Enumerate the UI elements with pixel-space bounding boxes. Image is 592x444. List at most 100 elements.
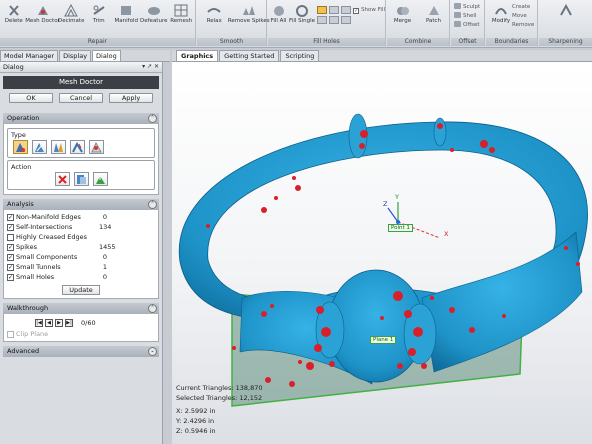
manifold-button[interactable]: Manifold: [113, 2, 141, 38]
previous-icon[interactable]: ◀: [45, 319, 53, 327]
remesh-icon: [174, 4, 188, 17]
decimate-button[interactable]: Decimate: [58, 2, 86, 38]
analysis-row-spikes[interactable]: ✓ Spikes 1455: [7, 242, 155, 252]
checkbox[interactable]: ✓: [7, 273, 14, 281]
checkbox[interactable]: ✓: [7, 213, 14, 221]
remesh-button[interactable]: Remesh: [168, 2, 196, 38]
ribbon-group-sharpening: Sharpening: [539, 0, 592, 48]
collapse-icon[interactable]: ⌃: [148, 200, 157, 209]
apply-button[interactable]: Apply: [109, 93, 153, 103]
analysis-row-self-intersections[interactable]: ✓ Self-Intersections 134: [7, 222, 155, 232]
ring-top-knot-right[interactable]: [433, 117, 447, 147]
first-icon[interactable]: |◀: [35, 319, 43, 327]
operation-label: Operation: [7, 114, 40, 122]
merge-button[interactable]: Merge: [388, 2, 418, 38]
panel-controls[interactable]: ▾ ↗ ✕: [142, 62, 159, 72]
sharpening-button[interactable]: [551, 2, 581, 38]
defeature-icon: [147, 7, 160, 15]
row-label: Highly Creased Edges: [16, 233, 88, 241]
trim-button[interactable]: Trim: [85, 2, 113, 38]
show-fill-checkbox[interactable]: ✓: [353, 8, 360, 14]
shell-button[interactable]: Shell: [454, 12, 480, 21]
collapse-icon[interactable]: ⌃: [148, 114, 157, 123]
expand-icon[interactable]: ⌄: [148, 347, 157, 356]
collapse-icon[interactable]: ⌃: [148, 304, 157, 313]
delete-icon: [9, 5, 19, 16]
tab-graphics[interactable]: Graphics: [176, 50, 219, 61]
dialog-header: Dialog ▾ ↗ ✕: [0, 62, 162, 73]
action-fill-icon[interactable]: [93, 172, 108, 186]
merge-icon: [396, 7, 409, 15]
defeature-button[interactable]: Defeature: [140, 2, 168, 38]
checkbox[interactable]: ✓: [7, 243, 14, 251]
offset-button[interactable]: Offset: [454, 21, 480, 30]
advanced-header[interactable]: Advanced ⌄: [3, 346, 159, 357]
analysis-row-non-manifold-edges[interactable]: ✓ Non-Manifold Edges 0: [7, 212, 155, 222]
fill-single-button[interactable]: Fill Single: [289, 2, 315, 38]
operation-header[interactable]: Operation ⌃: [3, 113, 159, 124]
type-creased-edges-icon[interactable]: [70, 140, 85, 154]
mesh-doctor-label: Mesh Doctor: [25, 18, 60, 24]
walkthrough-header[interactable]: Walkthrough ⌃: [3, 303, 159, 314]
decimate-icon: [64, 4, 79, 17]
fill-option-2-icon[interactable]: [329, 16, 340, 24]
type-auto-repair-icon[interactable]: [13, 140, 28, 154]
mesh-doctor-button[interactable]: Mesh Doctor: [25, 2, 60, 38]
checkbox[interactable]: ✓: [7, 253, 14, 261]
checkbox[interactable]: [7, 233, 14, 241]
remove-button[interactable]: Remove: [512, 21, 534, 30]
point-1-label[interactable]: Point 1: [388, 224, 413, 232]
plane-1-label[interactable]: Plane 1: [370, 336, 397, 344]
analysis-row-small-tunnels[interactable]: ✓ Small Tunnels 1: [7, 262, 155, 272]
fill-flat-icon[interactable]: [317, 6, 328, 14]
type-label: Type: [11, 131, 26, 139]
fill-option-3-icon[interactable]: [341, 16, 352, 24]
cancel-button[interactable]: Cancel: [59, 93, 103, 103]
tab-dialog[interactable]: Dialog: [92, 50, 121, 61]
sculpt-button[interactable]: Sculpt: [454, 3, 480, 12]
operation-body: Type Action: [3, 124, 159, 195]
last-icon[interactable]: ▶|: [65, 319, 73, 327]
analysis-row-small-components[interactable]: ✓ Small Components 0: [7, 252, 155, 262]
delete-button[interactable]: Delete: [0, 2, 28, 38]
next-icon[interactable]: ▶: [55, 319, 63, 327]
row-label: Small Holes: [16, 273, 55, 281]
relax-button[interactable]: Relax: [199, 2, 229, 38]
fill-single-label: Fill Single: [289, 18, 316, 24]
ok-button[interactable]: OK: [9, 93, 53, 103]
tab-model-manager[interactable]: Model Manager: [0, 50, 59, 61]
fill-smooth-icon[interactable]: [329, 6, 340, 14]
graphics-viewport[interactable]: X Y Z Point 1 Plane 1 Current Triangles:…: [172, 62, 592, 444]
action-extract-icon[interactable]: [74, 172, 89, 186]
type-intersections-icon[interactable]: [51, 140, 66, 154]
remove-spikes-button[interactable]: Remove Spikes: [228, 2, 270, 38]
tab-scripting[interactable]: Scripting: [280, 50, 320, 61]
create-button[interactable]: Create: [512, 3, 534, 12]
row-value: 0: [102, 273, 108, 281]
tab-display[interactable]: Display: [59, 50, 92, 61]
ribbon-group-boundaries: Modify Create Move Remove Boundaries: [486, 0, 538, 48]
clip-plane-option[interactable]: Clip Plane: [7, 329, 155, 339]
checkbox[interactable]: ✓: [7, 223, 14, 231]
shell-label: Shell: [463, 13, 477, 19]
analysis-row-small-holes[interactable]: ✓ Small Holes 0: [7, 272, 155, 282]
clip-plane-checkbox[interactable]: [7, 330, 14, 338]
tab-getting-started[interactable]: Getting Started: [219, 50, 280, 61]
patch-button[interactable]: Patch: [419, 2, 449, 38]
checkbox[interactable]: ✓: [7, 263, 14, 271]
update-button[interactable]: Update: [62, 285, 100, 295]
row-label: Small Components: [16, 253, 78, 261]
modify-label: Modify: [491, 18, 511, 24]
fill-all-button[interactable]: Fill All: [270, 2, 287, 38]
analysis-header[interactable]: Analysis ⌃: [3, 199, 159, 210]
fill-option-1-icon[interactable]: [317, 16, 328, 24]
show-fill-option[interactable]: ✓ Show Fill: [353, 2, 385, 38]
type-non-manifold-icon[interactable]: [32, 140, 47, 154]
fill-curvature-icon[interactable]: [341, 6, 352, 14]
action-delete-icon[interactable]: [55, 172, 70, 186]
advanced-label: Advanced: [7, 347, 40, 355]
move-button[interactable]: Move: [512, 12, 534, 21]
type-spikes-icon[interactable]: [89, 140, 104, 154]
ribbon-group-smooth: Relax Remove Spikes Smooth: [197, 0, 270, 48]
analysis-row-highly-creased-edges[interactable]: Highly Creased Edges: [7, 232, 155, 242]
